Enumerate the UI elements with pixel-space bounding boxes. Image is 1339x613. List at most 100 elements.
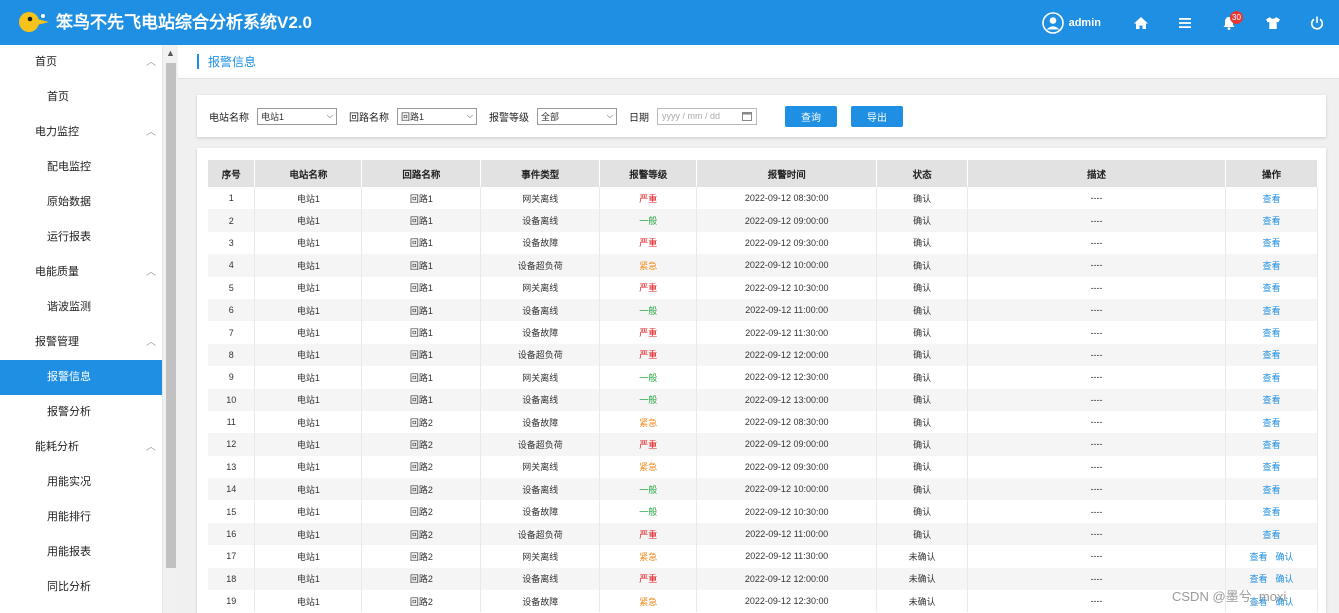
sidebar-item-energy-report[interactable]: 用能报表 <box>0 535 162 570</box>
sidebar-group-power-monitor[interactable]: 电力监控 ︿ <box>0 115 162 150</box>
calendar-icon[interactable] <box>742 111 752 121</box>
view-link[interactable]: 查看 <box>1262 507 1280 517</box>
view-link[interactable]: 查看 <box>1262 350 1280 360</box>
date-input[interactable]: yyyy / mm / dd <box>657 107 757 125</box>
table-cell-status: 确认 <box>876 388 969 411</box>
table-cell-no: 7 <box>208 321 256 344</box>
table-cell-desc: ---- <box>967 478 1226 501</box>
table-cell-desc: ---- <box>967 298 1226 322</box>
column-header: 描述 <box>967 160 1226 187</box>
sidebar-group-alarm-management[interactable]: 报警管理 ︿ <box>0 325 162 360</box>
sidebar-item-energy-live[interactable]: 用能实况 <box>0 465 162 500</box>
table-cell-status: 确认 <box>876 366 969 389</box>
station-select[interactable]: 电站1 ⌵ <box>257 107 337 125</box>
sidebar-item-distribution-monitor[interactable]: 配电监控 <box>0 150 162 185</box>
sidebar-group-energy-analysis[interactable]: 能耗分析 ︿ <box>0 430 162 465</box>
view-link[interactable]: 查看 <box>1262 283 1280 293</box>
table-cell-no: 6 <box>208 298 256 322</box>
menu-icon <box>1179 17 1191 28</box>
table-cell-desc: ---- <box>967 455 1226 479</box>
loop-select[interactable]: 回路1 ⌵ <box>397 107 477 125</box>
table-cell-desc: ---- <box>967 187 1226 210</box>
view-link[interactable]: 查看 <box>1262 306 1280 316</box>
sidebar-item-raw-data[interactable]: 原始数据 <box>0 185 162 220</box>
table-cell-ops: 查看 <box>1225 343 1319 367</box>
date-placeholder: yyyy / mm / dd <box>662 111 721 121</box>
logout-button[interactable] <box>1295 0 1339 45</box>
scrollbar-thumb[interactable] <box>166 63 176 568</box>
table-row: 9 电站1 回路1 网关离线 一般 2022-09-12 12:30:00 确认 ---- 查看 <box>208 366 1319 389</box>
station-label: 电站名称 <box>209 112 249 124</box>
power-icon <box>1310 16 1324 30</box>
table-row: 16 电站1 回路2 设备超负荷 严重 2022-09-12 11:00:00 确认 ----… <box>208 522 1319 546</box>
chevron-up-icon: ︿ <box>146 127 156 138</box>
view-link[interactable]: 查看 <box>1262 328 1280 338</box>
level-label: 报警等级 <box>489 112 529 124</box>
column-header: 操作 <box>1225 160 1319 187</box>
view-link[interactable]: 查看 <box>1262 440 1280 450</box>
view-link[interactable]: 查看 <box>1262 238 1280 248</box>
sidebar-item-energy-ranking[interactable]: 用能排行 <box>0 500 162 535</box>
table-cell-time: 2022-09-12 10:00:00 <box>696 254 878 277</box>
table-cell-desc: ---- <box>967 321 1226 344</box>
table-cell-time: 2022-09-12 08:30:00 <box>696 410 878 434</box>
view-link[interactable]: 查看 <box>1249 574 1267 584</box>
table-cell-no: 8 <box>208 343 256 367</box>
table-cell-level: 紧急 <box>599 254 698 277</box>
table-cell-event: 设备超负荷 <box>480 254 601 277</box>
scroll-up-arrow-icon[interactable]: ▲ <box>166 48 175 58</box>
table-cell-desc: ---- <box>967 545 1226 568</box>
confirm-link[interactable]: 确认 <box>1275 574 1293 584</box>
menu-button[interactable] <box>1163 0 1207 45</box>
sidebar-item-alarm-analysis[interactable]: 报警分析 <box>0 395 162 430</box>
sidebar-group-home[interactable]: 首页 ︿ <box>0 45 162 80</box>
level-select[interactable]: 全部 ⌵ <box>537 107 617 125</box>
column-header: 状态 <box>876 160 969 187</box>
view-link[interactable]: 查看 <box>1249 552 1267 562</box>
table-cell-level: 紧急 <box>599 545 698 568</box>
query-button[interactable]: 查询 <box>785 105 837 127</box>
notification-badge: 30 <box>1230 11 1243 24</box>
alarm-table-body: 1 电站1 回路1 网关离线 严重 2022-09-12 08:30:00 确认 ---- 查看… <box>208 187 1319 613</box>
table-cell-status: 确认 <box>876 187 969 210</box>
table-cell-ops: 查看 <box>1225 522 1319 546</box>
export-button[interactable]: 导出 <box>851 105 903 127</box>
view-link[interactable]: 查看 <box>1262 261 1280 271</box>
table-row: 7 电站1 回路1 设备故障 严重 2022-09-12 11:30:00 确认 ---- 查看 <box>208 321 1319 344</box>
sidebar-item-operation-report[interactable]: 运行报表 <box>0 220 162 255</box>
theme-button[interactable] <box>1251 0 1295 45</box>
view-link[interactable]: 查看 <box>1262 216 1280 226</box>
table-cell-event: 设备超负荷 <box>480 343 601 367</box>
table-cell-event: 设备离线 <box>480 567 601 591</box>
table-cell-loop: 回路1 <box>361 343 482 367</box>
table-cell-ops: 查看 <box>1225 276 1319 299</box>
sidebar-item-alarm-info[interactable]: 报警信息 <box>0 360 162 395</box>
home-button[interactable] <box>1119 0 1163 45</box>
sidebar-group-power-quality[interactable]: 电能质量 ︿ <box>0 255 162 290</box>
view-link[interactable]: 查看 <box>1262 395 1280 405</box>
sidebar-item-home[interactable]: 首页 <box>0 80 162 115</box>
table-cell-ops: 查看 <box>1225 500 1319 523</box>
table-cell-time: 2022-09-12 08:30:00 <box>696 187 878 210</box>
user-menu[interactable]: admin <box>1041 11 1101 34</box>
table-cell-station: 电站1 <box>254 500 363 523</box>
view-link[interactable]: 查看 <box>1262 418 1280 428</box>
sidebar-scrollbar[interactable]: ▲ <box>162 45 178 613</box>
sidebar-item-harmonic-monitor[interactable]: 谐波监测 <box>0 290 162 325</box>
view-link[interactable]: 查看 <box>1262 530 1280 540</box>
view-link[interactable]: 查看 <box>1262 373 1280 383</box>
table-cell-desc: ---- <box>967 276 1226 299</box>
view-link[interactable]: 查看 <box>1262 462 1280 472</box>
table-cell-station: 电站1 <box>254 276 363 299</box>
view-link[interactable]: 查看 <box>1262 194 1280 204</box>
table-cell-event: 网关离线 <box>480 545 601 568</box>
sidebar-item-yoy-analysis[interactable]: 同比分析 <box>0 570 162 605</box>
confirm-link[interactable]: 确认 <box>1275 552 1293 562</box>
table-cell-no: 2 <box>208 209 256 232</box>
table-cell-desc: ---- <box>967 343 1226 367</box>
column-header: 报警等级 <box>599 160 698 187</box>
table-cell-station: 电站1 <box>254 590 363 613</box>
table-cell-station: 电站1 <box>254 366 363 389</box>
view-link[interactable]: 查看 <box>1262 485 1280 495</box>
notification-button[interactable]: 30 <box>1207 0 1251 45</box>
